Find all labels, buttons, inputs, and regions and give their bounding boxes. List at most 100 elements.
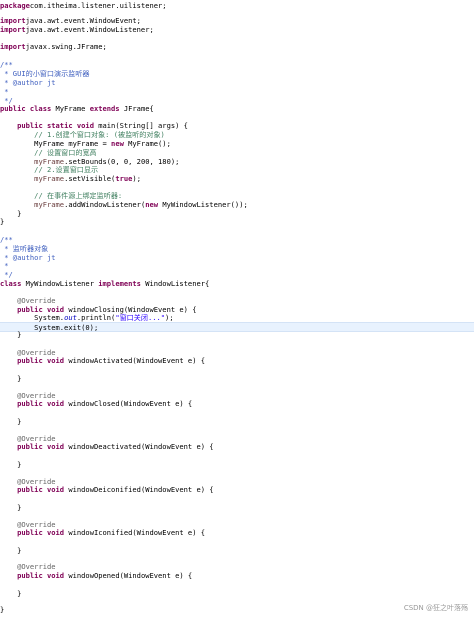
code-token: com.itheima.listener.uilistener; [29,1,167,10]
code-token: * [0,87,9,96]
code-token: public void [17,399,65,408]
code-line[interactable]: * GUI的小窗口演示监听器 [0,69,474,78]
code-token: // 设置窗口的宽高 [34,148,97,157]
code-token: java.awt.event.WindowListener; [25,25,154,34]
code-token: class [0,279,22,288]
code-line[interactable]: // 在事件源上绑定监听器: [0,191,474,200]
code-line[interactable]: /** [0,235,474,244]
code-line[interactable]: public void windowIconified(WindowEvent … [0,528,474,537]
code-line[interactable]: class MyWindowListener implements Window… [0,279,474,288]
code-editor[interactable]: packagecom.itheima.listener.uilistener; i… [0,0,474,618]
code-token: System. [0,313,65,322]
code-line[interactable]: public void windowDeactivated(WindowEven… [0,442,474,451]
code-line[interactable]: } [0,503,474,512]
code-token: * @author jt [0,78,56,87]
code-token: /** [0,60,13,69]
code-token: } [0,546,22,555]
code-line[interactable]: * 监听器对象 [0,244,474,253]
code-line[interactable]: */ [0,270,474,279]
code-token: .setVisible( [64,174,116,183]
code-token: // 在事件源上绑定监听器: [34,191,123,200]
code-token: // 2.设置窗口显示 [34,165,99,174]
code-line[interactable]: importjava.awt.event.WindowListener; [0,25,474,34]
code-token: public static void [17,121,94,130]
code-line[interactable]: myFrame.addWindowListener(new MyWindowLi… [0,200,474,209]
code-token: package [0,1,30,10]
code-token: WindowListener{ [140,279,210,288]
code-token: import [0,16,26,25]
code-token: out [64,313,77,322]
code-token: * 监听器对象 [0,244,49,253]
code-line[interactable]: * [0,261,474,270]
code-line[interactable]: // 1.创建个窗口对象: (被监听的对象) [0,130,474,139]
code-line[interactable]: } [0,330,474,339]
code-token: true [115,174,133,183]
code-line[interactable]: packagecom.itheima.listener.uilistener; [0,1,474,10]
code-token: MyFrame(); [123,139,171,148]
code-line[interactable]: } [0,374,474,383]
code-token: // 1.创建个窗口对象: (被监听的对象) [34,130,165,139]
code-line[interactable]: } [0,546,474,555]
code-token: extends [89,104,120,113]
code-token: public void [17,356,65,365]
code-token: windowDeiconified(WindowEvent e) { [64,485,214,494]
code-token: * [0,261,9,270]
code-token: @Override [17,296,56,305]
code-line[interactable]: @Override [0,562,474,571]
code-line[interactable]: System.out.println("窗口关闭..."); [0,313,474,322]
code-line[interactable]: } [0,417,474,426]
code-line[interactable]: public static void main(String[] args) { [0,121,474,130]
code-token: myFrame [34,200,65,209]
code-line[interactable]: MyFrame myFrame = new MyFrame(); [0,139,474,148]
code-token: MyFrame myFrame = [0,139,112,148]
code-token: ); [165,313,174,322]
code-line[interactable]: @Override [0,296,474,305]
code-token: .addWindowListener( [64,200,146,209]
code-line[interactable]: myFrame.setVisible(true); [0,174,474,183]
code-line[interactable]: importjavax.swing.JFrame; [0,42,474,51]
code-token: } [0,460,22,469]
code-line[interactable]: * [0,87,474,96]
code-token: * GUI的小窗口演示监听器 [0,69,90,78]
code-token: windowDeactivated(WindowEvent e) { [64,442,214,451]
code-token: ); [132,174,141,183]
code-line[interactable]: } [0,217,474,226]
code-line[interactable]: importjava.awt.event.WindowEvent; [0,16,474,25]
code-line[interactable]: public class MyFrame extends JFrame{ [0,104,474,113]
code-line[interactable]: /** [0,60,474,69]
code-line[interactable]: // 2.设置窗口显示 [0,165,474,174]
code-line[interactable]: // 设置窗口的宽高 [0,148,474,157]
code-token: .println( [76,313,116,322]
code-token: /** [0,235,13,244]
code-token: windowActivated(WindowEvent e) { [64,356,206,365]
code-token: main(String[] args) { [93,121,188,130]
code-line[interactable]: public void windowDeiconified(WindowEven… [0,485,474,494]
code-line[interactable]: * @author jt [0,78,474,87]
code-token: "窗口关闭..." [115,313,166,322]
code-token: } [0,417,22,426]
code-token: java.awt.event.WindowEvent; [25,16,141,25]
code-line[interactable]: public void windowActivated(WindowEvent … [0,356,474,365]
code-token: } [0,217,5,226]
code-line[interactable]: public void windowOpened(WindowEvent e) … [0,571,474,580]
code-token: MyFrame [51,104,90,113]
code-line[interactable]: public void windowClosed(WindowEvent e) … [0,399,474,408]
code-token: @Override [17,562,56,571]
code-token: new [145,200,159,209]
code-line[interactable]: } [0,460,474,469]
code-token: MyWindowListener [21,279,99,288]
code-line[interactable]: } [0,589,474,598]
watermark: CSDN @狂之叶落殇 [403,604,468,612]
